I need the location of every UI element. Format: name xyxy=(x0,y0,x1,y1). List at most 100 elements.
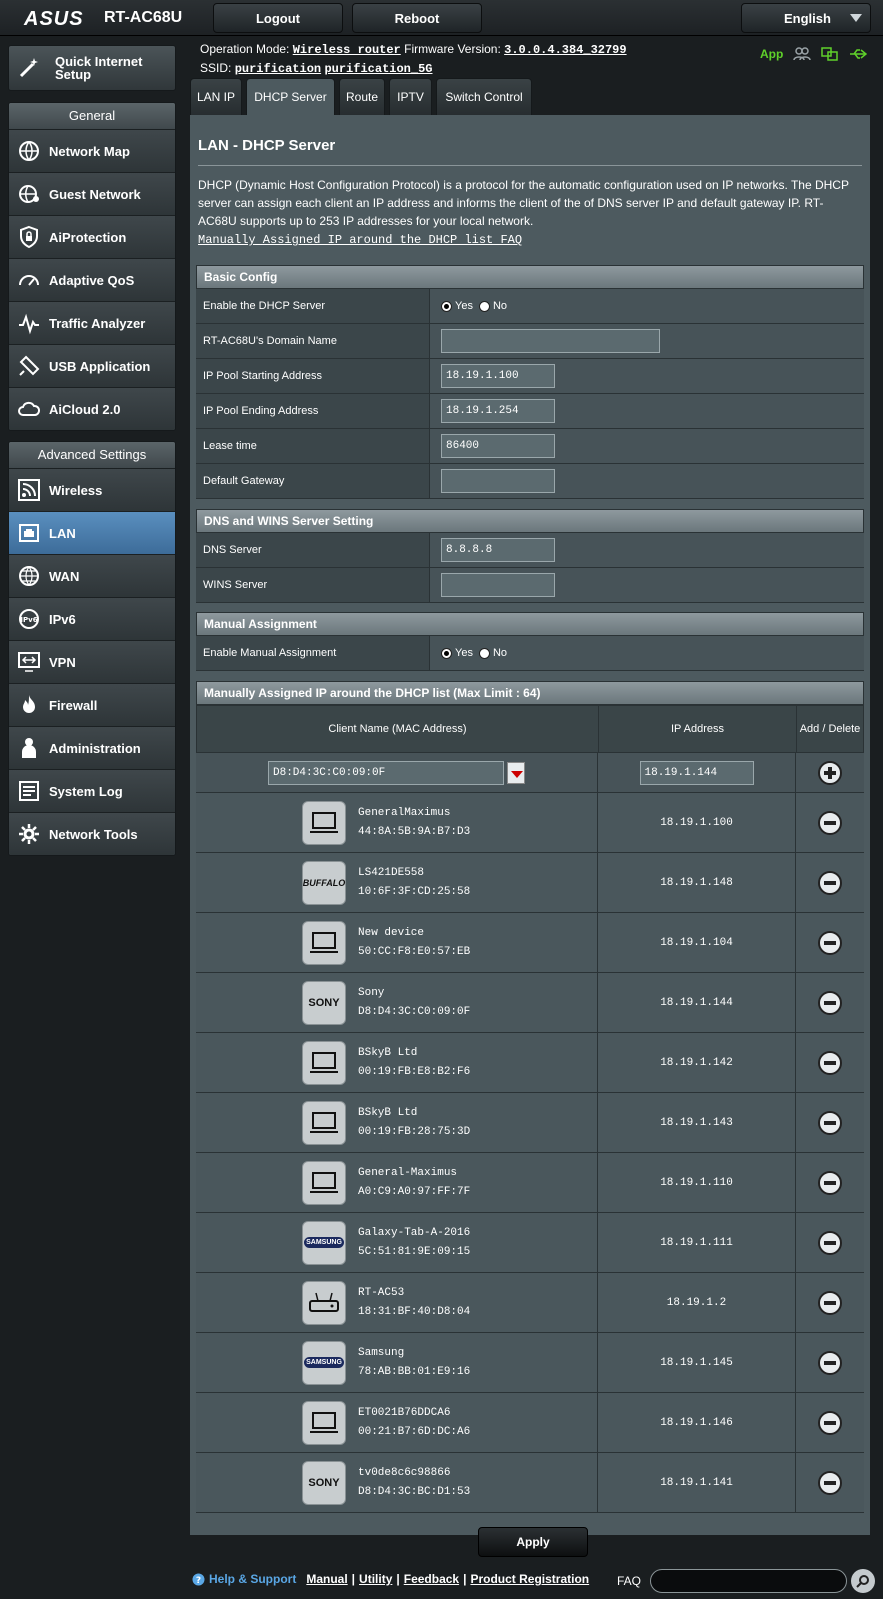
table-row: SONY tv0de8c6c98866 D8:D4:3C:BC:D1:53 18.19… xyxy=(196,1453,864,1513)
delete-entry-button[interactable] xyxy=(818,1170,842,1195)
brand-logo: BUFFALO xyxy=(302,877,346,888)
nav-firewall[interactable]: Firewall xyxy=(9,683,175,726)
tab-switch-control[interactable]: Switch Control xyxy=(436,78,532,115)
app-link[interactable]: App xyxy=(760,47,783,61)
delete-entry-button[interactable] xyxy=(818,990,842,1015)
client-info: LS421DE558 10:6F:3F:CD:25:58 xyxy=(358,864,470,902)
domain-name-input[interactable] xyxy=(441,329,660,353)
delete-entry-button[interactable] xyxy=(818,1470,842,1495)
delete-entry-button[interactable] xyxy=(818,1050,842,1075)
client-ip: 18.19.1.144 xyxy=(598,973,796,1032)
utility-link[interactable]: Utility xyxy=(359,1572,392,1586)
nav-label: Network Map xyxy=(49,143,130,159)
delete-entry-button[interactable] xyxy=(818,1290,842,1315)
laptop-device-icon xyxy=(302,800,346,845)
client-info: BSkyB Ltd 00:19:FB:E8:B2:F6 xyxy=(358,1044,470,1082)
wins-server-input[interactable] xyxy=(441,573,555,597)
delete-entry-button[interactable] xyxy=(818,1110,842,1135)
delete-entry-button[interactable] xyxy=(818,1410,842,1435)
client-info: Galaxy-Tab-A-2016 5C:51:81:9E:09:15 xyxy=(358,1224,470,1262)
help-support[interactable]: ? Help & Support xyxy=(192,1572,296,1586)
network-status-icon[interactable] xyxy=(821,47,839,61)
client-name: New device xyxy=(358,926,425,939)
row-enable-manual: Enable Manual Assignment Yes No xyxy=(196,636,864,671)
client-name: ET0021B76DDCA6 xyxy=(358,1406,451,1419)
default-gateway-input[interactable] xyxy=(441,469,555,493)
action-cell xyxy=(796,793,864,852)
logout-button[interactable]: Logout xyxy=(213,3,343,33)
nav-system-log[interactable]: System Log xyxy=(9,769,175,812)
usb-icon[interactable] xyxy=(849,47,868,61)
reboot-button[interactable]: Reboot xyxy=(352,3,482,33)
ssid-5g-link[interactable]: purification_5G xyxy=(324,62,432,76)
enable-manual-yes-radio[interactable] xyxy=(441,647,452,659)
lease-time-input[interactable]: 86400 xyxy=(441,434,555,458)
enable-dhcp-no-radio[interactable] xyxy=(478,300,490,312)
tab-dhcp-server[interactable]: DHCP Server xyxy=(246,78,335,115)
nav-wan[interactable]: WAN xyxy=(9,554,175,597)
delete-entry-button[interactable] xyxy=(818,810,842,835)
dns-server-input[interactable]: 8.8.8.8 xyxy=(441,538,555,562)
svg-text:?: ? xyxy=(196,1576,201,1586)
delete-entry-button[interactable] xyxy=(818,1230,842,1255)
add-entry-button[interactable] xyxy=(818,760,842,785)
nav-label: IPv6 xyxy=(49,611,76,627)
new-ip-input[interactable]: 18.19.1.144 xyxy=(639,760,754,785)
pool-end-input[interactable]: 18.19.1.254 xyxy=(441,399,555,423)
delete-entry-button[interactable] xyxy=(818,870,842,895)
divider xyxy=(198,165,862,166)
apply-button[interactable]: Apply xyxy=(478,1527,588,1557)
tab-iptv[interactable]: IPTV xyxy=(389,78,432,115)
feedback-link[interactable]: Feedback xyxy=(404,1572,459,1586)
nav-wireless[interactable]: Wireless xyxy=(9,468,175,511)
mac-dropdown-button[interactable] xyxy=(507,761,525,784)
ssid-24g-link[interactable]: purification xyxy=(235,62,321,76)
chevron-down-icon xyxy=(511,770,523,778)
firmware-link[interactable]: 3.0.0.4.384_32799 xyxy=(504,43,626,57)
clients-icon[interactable] xyxy=(793,47,812,61)
faq-search-input[interactable] xyxy=(650,1569,847,1593)
nav-usb-application[interactable]: USB Application xyxy=(9,344,175,387)
delete-entry-button[interactable] xyxy=(818,930,842,955)
usb-stick-icon xyxy=(15,352,43,380)
faq-link[interactable]: Manually Assigned IP around the DHCP lis… xyxy=(198,233,522,247)
delete-entry-button[interactable] xyxy=(818,1350,842,1375)
client-ip: 18.19.1.148 xyxy=(598,853,796,912)
domain-name-label: RT-AC68U's Domain Name xyxy=(196,324,430,358)
new-mac-input[interactable]: D8:D4:3C:C0:09:0F xyxy=(268,760,504,785)
op-mode-link[interactable]: Wireless router xyxy=(293,43,401,57)
client-mac: D8:D4:3C:C0:09:0F xyxy=(358,1005,471,1018)
ipv6-icon: IPv6 xyxy=(15,605,43,633)
client-mac: 50:CC:F8:E0:57:EB xyxy=(358,945,471,958)
tab-route[interactable]: Route xyxy=(339,78,385,115)
tab-lan-ip[interactable]: LAN IP xyxy=(190,78,242,115)
nav-aicloud[interactable]: AiCloud 2.0 xyxy=(9,387,175,430)
nav-lan[interactable]: LAN xyxy=(9,511,175,554)
nav-vpn[interactable]: VPN xyxy=(9,640,175,683)
sony-device-icon: SONY xyxy=(302,980,346,1025)
general-title: General xyxy=(9,103,175,129)
nav-ipv6[interactable]: IPv6 IPv6 xyxy=(9,597,175,640)
nav-network-tools[interactable]: Network Tools xyxy=(9,812,175,855)
client-name: Galaxy-Tab-A-2016 xyxy=(358,1226,471,1239)
nav-administration[interactable]: Administration xyxy=(9,726,175,769)
nav-network-map[interactable]: Network Map xyxy=(9,129,175,172)
product-registration-link[interactable]: Product Registration xyxy=(470,1572,589,1586)
faq-search-button[interactable] xyxy=(851,1569,875,1593)
nav-guest-network[interactable]: Guest Network xyxy=(9,172,175,215)
language-select[interactable]: English xyxy=(741,3,871,33)
manual-link[interactable]: Manual xyxy=(306,1572,347,1586)
brand-logo: SONY xyxy=(308,1476,340,1489)
nav-traffic-analyzer[interactable]: Traffic Analyzer xyxy=(9,301,175,344)
buffalo-device-icon: BUFFALO xyxy=(302,860,346,905)
nav-label: USB Application xyxy=(49,358,151,374)
nav-aiprotection[interactable]: AiProtection xyxy=(9,215,175,258)
top-bar: ASUS RT-AC68U Logout Reboot English xyxy=(0,0,883,36)
nav-adaptive-qos[interactable]: Adaptive QoS xyxy=(9,258,175,301)
client-ip: 18.19.1.100 xyxy=(598,793,796,852)
enable-dhcp-yes-radio[interactable] xyxy=(441,300,452,312)
firmware-label: Firmware Version: xyxy=(404,42,501,56)
enable-manual-no-radio[interactable] xyxy=(478,647,490,659)
pool-start-input[interactable]: 18.19.1.100 xyxy=(441,364,555,388)
quick-internet-setup-button[interactable]: Quick Internet Setup xyxy=(8,45,176,91)
